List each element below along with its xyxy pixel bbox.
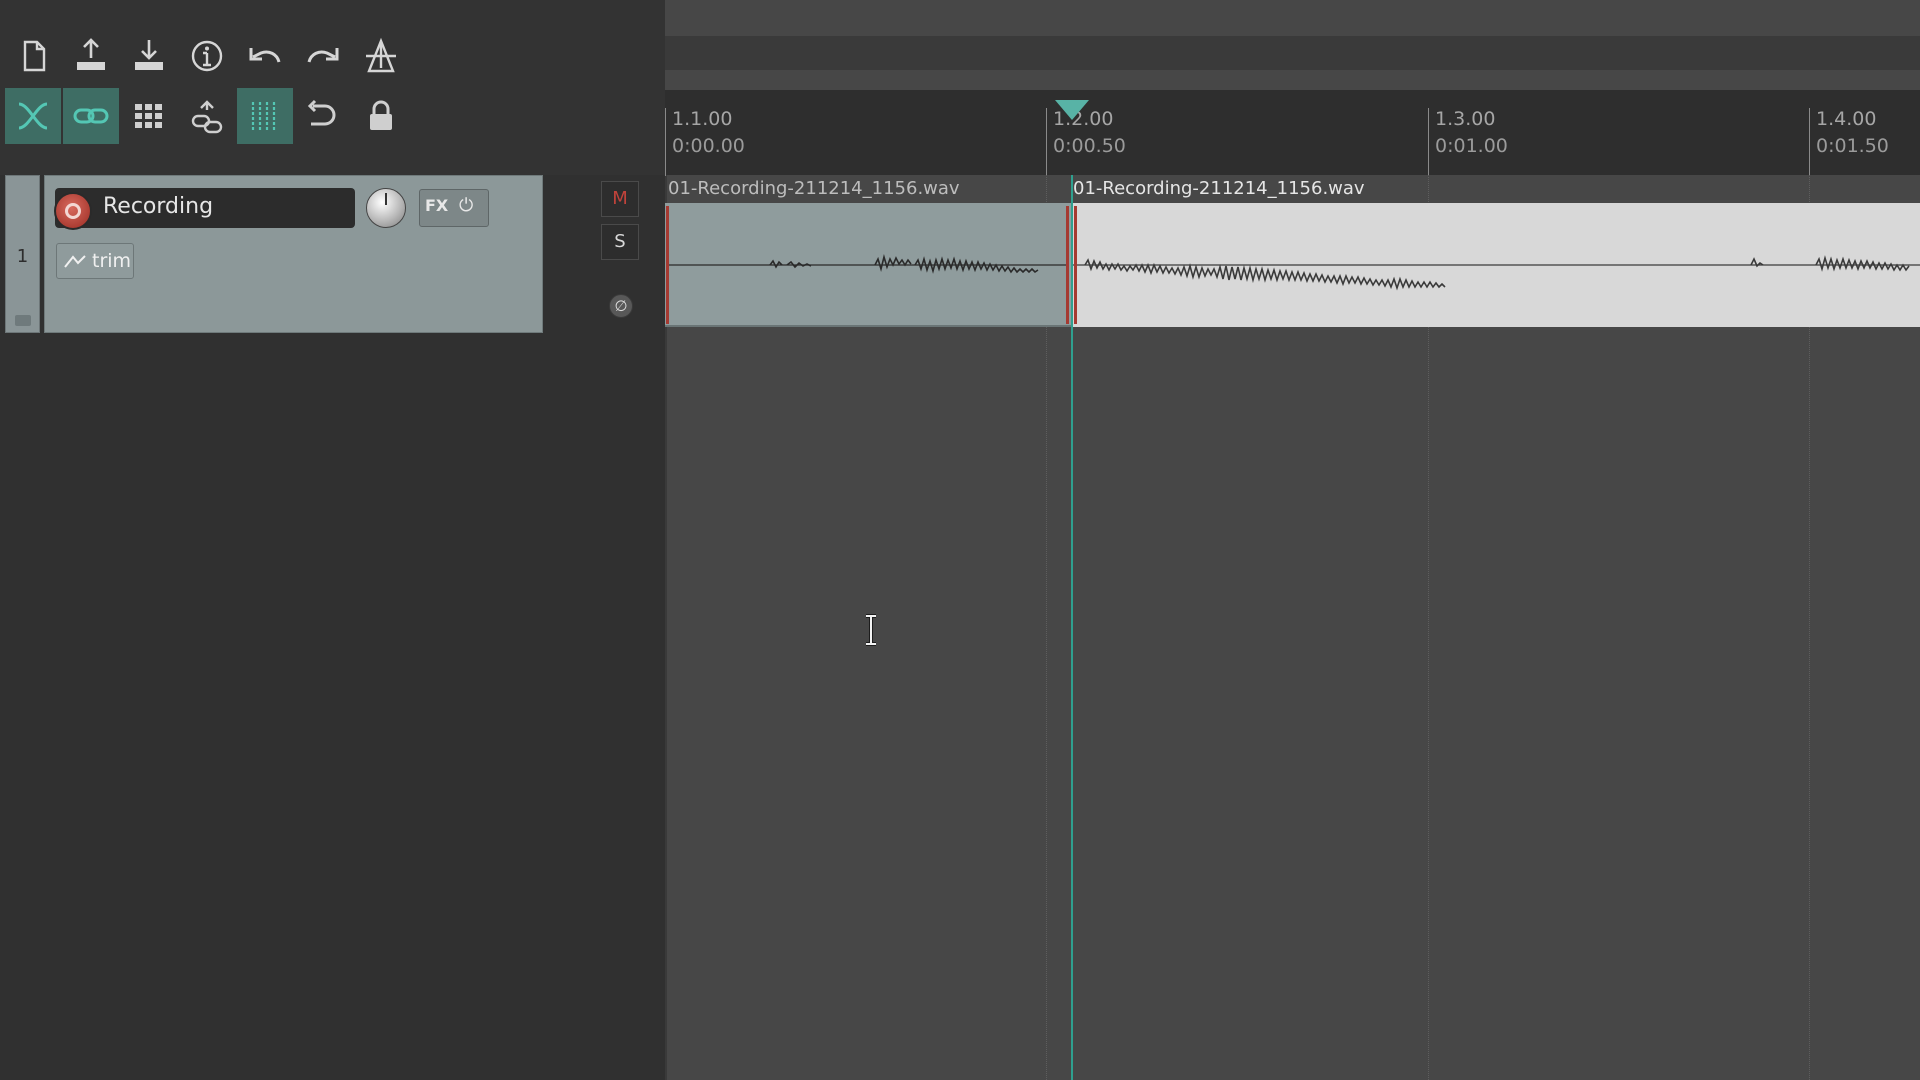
folder-icon[interactable] (15, 315, 31, 326)
waveform (1071, 255, 1920, 291)
volume-knob[interactable] (366, 188, 406, 228)
track-number-column[interactable]: 1 (5, 175, 40, 333)
mute-button[interactable]: M (601, 181, 639, 217)
media-item-label: 01-Recording-211214_1156.wav (668, 178, 960, 199)
item-fade-handle[interactable] (666, 206, 669, 324)
envelope-icon (64, 255, 86, 268)
redo-icon[interactable] (295, 28, 351, 84)
ruler-bar-label: 1.3.00 (1435, 108, 1496, 130)
save-project-icon[interactable] (121, 28, 177, 84)
open-project-icon[interactable] (63, 28, 119, 84)
project-info-icon[interactable] (179, 28, 235, 84)
media-item[interactable] (665, 203, 1071, 327)
auto-crossfade-icon[interactable] (5, 88, 61, 144)
grid-snap-icon[interactable] (121, 88, 177, 144)
ruler-time-label: 0:01.00 (1435, 135, 1508, 157)
track-control-area: 1 (0, 175, 665, 1080)
undo-icon[interactable] (237, 28, 293, 84)
metronome-icon[interactable] (353, 28, 409, 84)
media-item-selected[interactable] (1071, 203, 1920, 327)
fx-button[interactable]: FX (425, 196, 448, 215)
ruler-time-label: 0:00.00 (672, 135, 745, 157)
edit-cursor-handle[interactable] (1055, 100, 1089, 120)
trim-label: trim (92, 250, 132, 272)
timeline-ruler[interactable] (665, 90, 1920, 175)
ruler-tick (1046, 108, 1047, 176)
ripple-link-icon[interactable] (63, 88, 119, 144)
arrange-view[interactable] (665, 0, 1920, 1080)
lock-icon[interactable] (353, 88, 409, 144)
item-fade-handle[interactable] (1074, 206, 1077, 324)
ruler-bar-label: 1.1.00 (672, 108, 733, 130)
ruler-tick (1428, 108, 1429, 176)
fx-bypass-icon[interactable]: ⏻ (459, 195, 473, 216)
record-arm-button[interactable] (54, 192, 92, 230)
ruler-tick (665, 108, 666, 176)
ruler-tick (1809, 108, 1810, 176)
waveform (667, 253, 1069, 274)
main-toolbar (0, 0, 665, 175)
track-number: 1 (16, 246, 29, 267)
item-fade-handle[interactable] (1066, 206, 1069, 324)
group-link-icon[interactable] (179, 88, 235, 144)
solo-button[interactable]: S (601, 224, 639, 260)
track-name[interactable]: Recording (103, 194, 213, 219)
ruler-bar-label: 1.4.00 (1816, 108, 1877, 130)
edit-cursor (1071, 175, 1073, 1080)
loop-icon[interactable] (295, 88, 351, 144)
text-cursor-icon (866, 614, 876, 646)
phase-invert-button[interactable]: ∅ (609, 294, 633, 318)
ruler-lane-strip[interactable] (665, 36, 1920, 70)
ruler-time-label: 0:01.50 (1816, 135, 1889, 157)
grid-lines-icon[interactable] (237, 88, 293, 144)
ruler-time-label: 0:00.50 (1053, 135, 1126, 157)
new-project-icon[interactable] (5, 28, 61, 84)
media-item-label: 01-Recording-211214_1156.wav (1073, 178, 1365, 199)
